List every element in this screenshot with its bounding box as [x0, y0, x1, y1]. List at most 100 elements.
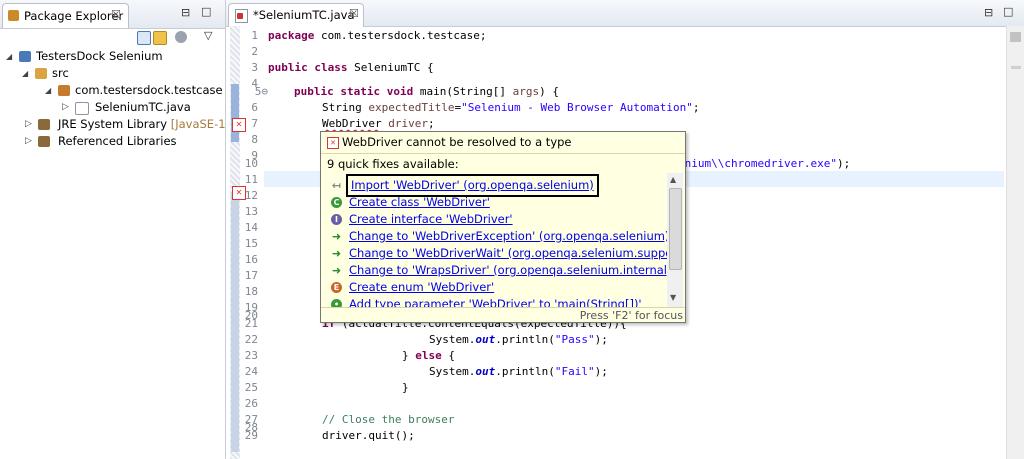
change-marker — [231, 192, 239, 452]
line-number: 2 — [251, 45, 258, 58]
code-line[interactable]: System.out.println("Fail"); — [429, 364, 608, 380]
package-explorer-tabbar: Package Explorer ☒ ⊟ □ — [0, 0, 225, 29]
quick-fix-link[interactable]: Create enum 'WebDriver' — [349, 279, 494, 296]
code-line[interactable]: System.out.println("Pass"); — [429, 332, 608, 348]
java-project-icon — [19, 51, 31, 62]
quick-fix-link[interactable]: Create class 'WebDriver' — [349, 194, 490, 211]
line-number: 25 — [244, 381, 258, 394]
collapsed-arrow-icon[interactable]: ▷ — [62, 99, 69, 116]
import-icon: ↤ — [331, 179, 342, 192]
minimize-icon[interactable]: ⊟ — [984, 6, 993, 19]
maximize-icon[interactable]: □ — [1003, 5, 1013, 18]
tree-item-label: TestersDock Selenium — [36, 49, 163, 63]
type-parameter-icon: • — [331, 299, 342, 307]
quick-fix-scrollbar[interactable]: ▲ ▼ — [667, 173, 683, 307]
tab-package-explorer[interactable]: Package Explorer ☒ — [2, 3, 129, 28]
source-folder-icon — [35, 68, 47, 79]
code-line[interactable]: String expectedTitle="Selenium - Web Bro… — [322, 100, 700, 116]
line-number: 29 — [244, 429, 258, 442]
code-line[interactable]: driver.quit(); — [322, 428, 415, 444]
line-number: 24 — [244, 365, 258, 378]
quick-fix-error-message: WebDriver cannot be resolved to a type — [342, 135, 572, 149]
error-marker-icon[interactable]: ✕ — [232, 118, 246, 132]
close-icon[interactable]: ☒ — [111, 8, 121, 21]
expanded-arrow-icon[interactable]: ◢ — [45, 82, 51, 99]
error-marker-icon[interactable]: ✕ — [232, 186, 246, 200]
line-number: 1 — [251, 29, 258, 42]
quick-fix-link[interactable]: Change to 'WebDriverException' (org.open… — [349, 228, 667, 245]
close-icon[interactable]: ☒ — [349, 7, 359, 20]
quick-fix-list[interactable]: ↤ Import 'WebDriver' (org.openqa.seleniu… — [321, 173, 667, 307]
quick-fix-link[interactable]: Create interface 'WebDriver' — [349, 211, 513, 228]
code-line[interactable]: public class SeleniumTC { — [268, 60, 434, 76]
line-number: 14 — [244, 221, 258, 234]
error-token: WebDriver — [322, 117, 382, 130]
link-with-editor-icon[interactable] — [153, 31, 167, 45]
line-number: 3 — [251, 61, 258, 74]
package-explorer-view: Package Explorer ☒ ⊟ □ ▽ ◢ TestersDock S… — [0, 0, 241, 459]
line-number: 16 — [244, 253, 258, 266]
focus-on-active-task-icon[interactable] — [175, 31, 187, 43]
expanded-arrow-icon[interactable]: ◢ — [6, 48, 12, 65]
library-icon — [38, 136, 50, 147]
code-line[interactable]: public static void main(String[] args) { — [294, 84, 559, 100]
change-arrow-icon: ➜ — [331, 230, 342, 243]
line-number: 26 — [244, 397, 258, 410]
line-number: 18 — [244, 285, 258, 298]
tab-selenium-tc[interactable]: *SeleniumTC.java ☒ — [228, 3, 364, 27]
expanded-arrow-icon[interactable]: ◢ — [22, 65, 28, 82]
quick-fix-link[interactable]: Change to 'WebDriverWait' (org.openqa.se… — [349, 245, 667, 262]
tree-item-label: src — [52, 66, 69, 80]
code-comment[interactable]: // Close the browser — [322, 412, 454, 428]
collapsed-arrow-icon[interactable]: ▷ — [25, 116, 32, 133]
quick-fix-footer: Press 'F2' for focus — [321, 307, 685, 323]
quick-fix-header: ✕ WebDriver cannot be resolved to a type — [321, 132, 685, 154]
enum-icon: E — [331, 282, 342, 293]
tree-item-label: JRE System Library — [58, 117, 168, 131]
scrollbar-thumb[interactable] — [669, 188, 682, 270]
line-number-fold[interactable]: 5⊖ — [240, 84, 268, 100]
line-number: 21 — [244, 317, 258, 330]
tab-label: Package Explorer — [24, 9, 124, 23]
line-number: 23 — [244, 349, 258, 362]
quick-fix-count: 9 quick fixes available: — [327, 157, 459, 171]
scroll-down-icon[interactable]: ▼ — [670, 293, 676, 302]
line-number: 8 — [251, 133, 258, 146]
line-number: 13 — [244, 205, 258, 218]
editor-vertical-scrollbar[interactable] — [1006, 26, 1024, 459]
tree-item-label: SeleniumTC.java — [95, 100, 191, 114]
tree-item-label: Referenced Libraries — [58, 134, 177, 148]
quick-fix-link[interactable]: Change to 'WrapsDriver' (org.openqa.sele… — [349, 262, 667, 279]
quick-fix-link[interactable]: Import 'WebDriver' (org.openqa.selenium) — [346, 174, 599, 197]
collapsed-arrow-icon[interactable]: ▷ — [25, 133, 32, 150]
package-explorer-icon — [8, 10, 19, 21]
change-marker — [231, 84, 239, 142]
collapse-all-icon[interactable] — [137, 31, 151, 45]
error-icon: ✕ — [327, 137, 339, 149]
scroll-up-icon[interactable]: ▲ — [670, 175, 676, 184]
maximize-icon[interactable]: □ — [201, 5, 211, 18]
line-number: 6 — [251, 101, 258, 114]
quick-fix-link[interactable]: Add type parameter 'WebDriver' to 'main(… — [349, 296, 642, 307]
focus-hint: Press 'F2' for focus — [579, 309, 683, 322]
view-menu-icon[interactable]: ▽ — [204, 29, 212, 42]
package-icon — [58, 85, 70, 96]
scrollbar-thumb[interactable] — [1010, 32, 1021, 42]
code-line[interactable]: enium\\chromedriver.exe"); — [678, 156, 850, 172]
interface-icon: I — [331, 214, 342, 225]
code-line[interactable]: } — [402, 380, 409, 396]
minimize-icon[interactable]: ⊟ — [181, 6, 190, 19]
code-line[interactable]: } else { — [402, 348, 455, 364]
line-number: 10 — [244, 157, 258, 170]
change-arrow-icon: ➜ — [331, 264, 342, 277]
tab-label: *SeleniumTC.java — [253, 8, 355, 22]
code-line[interactable]: package com.testersdock.testcase; — [268, 28, 487, 44]
quick-fix-popup[interactable]: ✕ WebDriver cannot be resolved to a type… — [320, 131, 686, 323]
package-explorer-toolbar: ▽ — [0, 28, 225, 48]
code-line-error[interactable]: WebDriver driver; — [322, 116, 435, 132]
tree-item-label: com.testersdock.testcase — [75, 83, 223, 97]
class-icon: C — [331, 197, 342, 208]
line-number: 15 — [244, 237, 258, 250]
line-number: 17 — [244, 269, 258, 282]
error-badge-icon — [237, 13, 243, 19]
